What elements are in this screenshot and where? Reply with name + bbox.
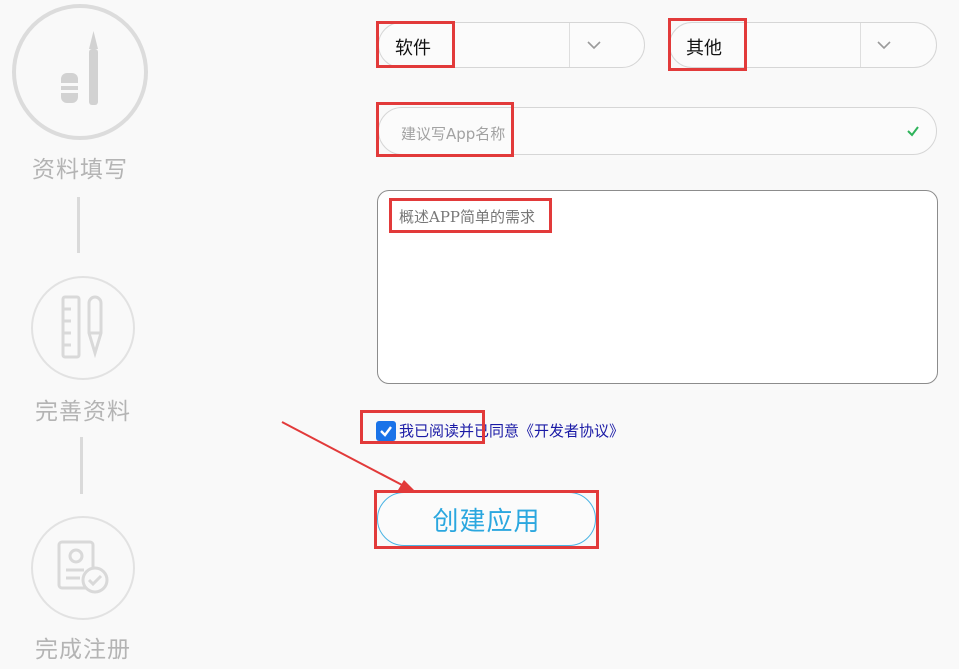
step-3-circle: [31, 516, 135, 620]
select-divider: [569, 23, 570, 67]
checkmark-icon: [380, 425, 392, 437]
step-fill-info: 资料填写: [12, 4, 148, 184]
step-2-label: 完善资料: [35, 399, 131, 425]
step-finish-registration: 完成注册: [30, 516, 136, 664]
agreement-row: 我已阅读并已同意 《开发者协议》: [376, 420, 624, 441]
pencil-eraser-icon: [61, 31, 98, 105]
developer-agreement-link[interactable]: 《开发者协议》: [519, 420, 624, 441]
app-name-placeholder: 建议写App名称: [401, 125, 506, 143]
step-connector: [77, 197, 80, 253]
agreement-text: 我已阅读并已同意: [399, 422, 520, 440]
step-complete-info: 完善资料: [30, 276, 136, 426]
app-name-input[interactable]: 建议写App名称: [378, 107, 937, 155]
select-divider: [860, 23, 861, 67]
app-description-textarea[interactable]: 概述APP简单的需求: [377, 190, 938, 384]
subcategory-select[interactable]: 其他: [669, 22, 937, 68]
step-3-label: 完成注册: [35, 637, 131, 663]
step-2-circle: [31, 276, 135, 380]
create-app-button[interactable]: 创建应用: [377, 492, 596, 546]
step-1-label: 资料填写: [32, 157, 128, 183]
document-check-icon: [57, 540, 109, 594]
category-select[interactable]: 软件: [378, 22, 645, 68]
ruler-pen-icon: [61, 295, 103, 359]
category-select-value: 软件: [395, 38, 431, 59]
subcategory-select-value: 其他: [686, 38, 722, 59]
chevron-down-icon[interactable]: [582, 35, 606, 55]
agreement-checkbox[interactable]: [376, 420, 396, 441]
chevron-down-icon[interactable]: [872, 35, 896, 55]
valid-check-icon: [907, 126, 919, 137]
step-1-circle: [12, 4, 148, 140]
app-description-placeholder: 概述APP简单的需求: [399, 208, 536, 226]
step-connector: [80, 437, 83, 494]
